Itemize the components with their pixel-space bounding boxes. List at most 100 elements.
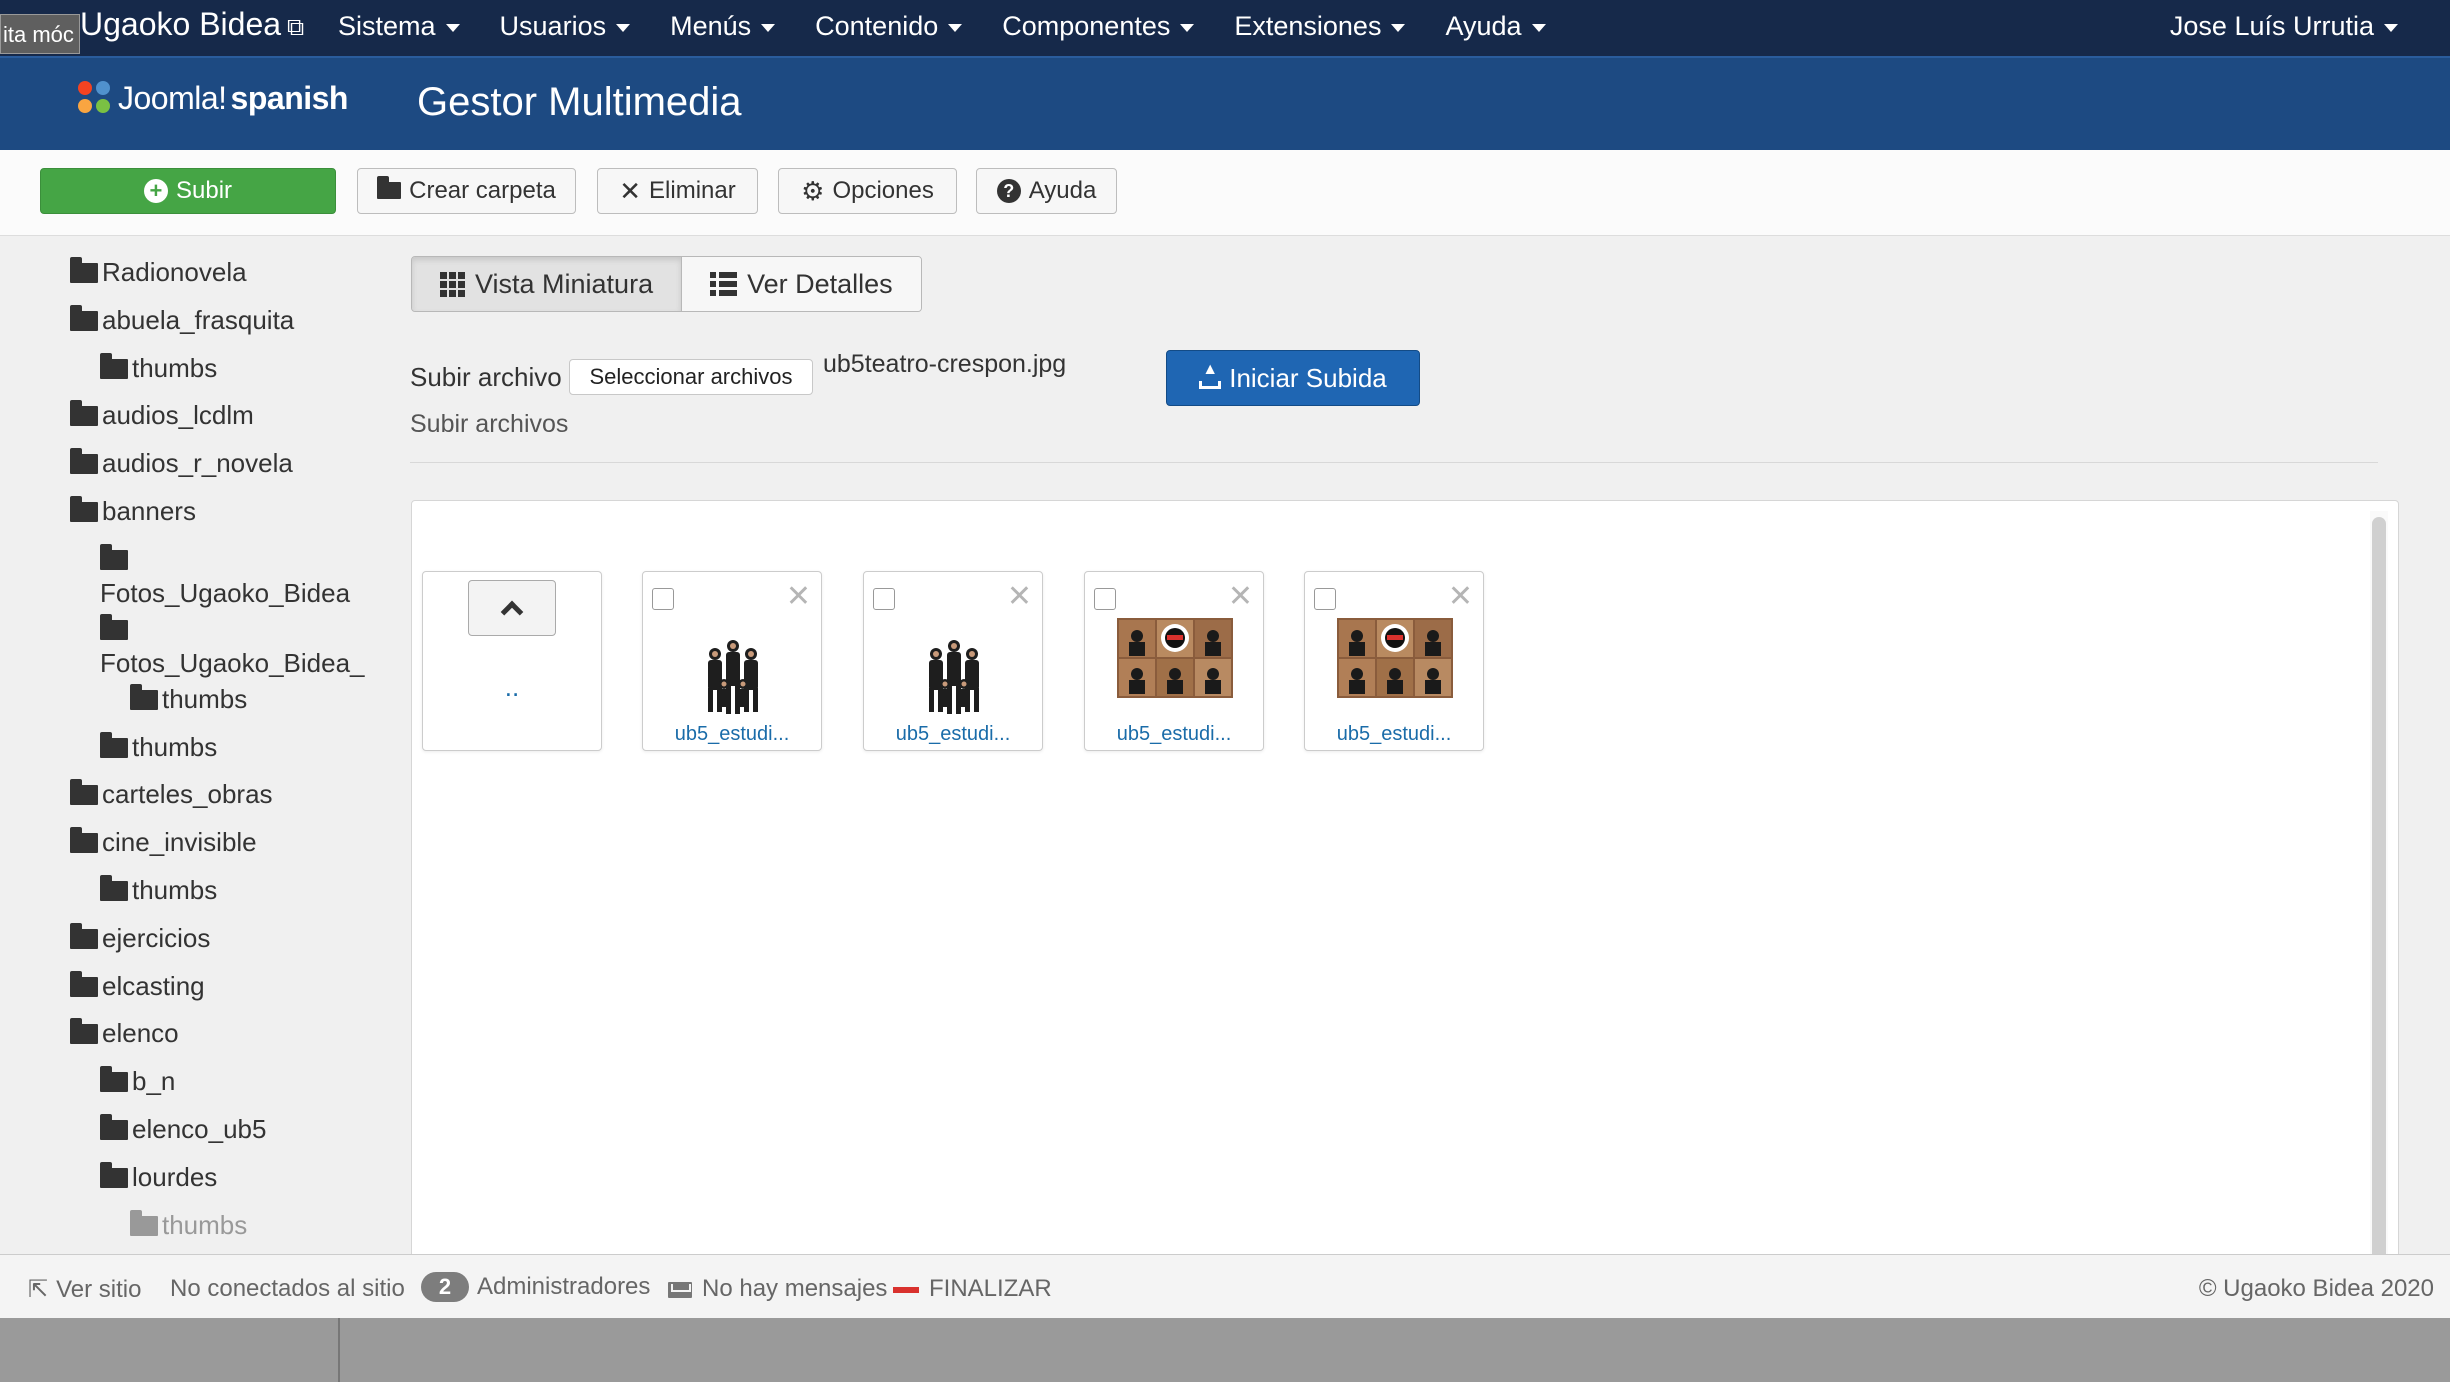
- folder-icon: [70, 970, 98, 997]
- folder-icon: [100, 875, 128, 901]
- folder-icon: [70, 400, 98, 427]
- folder-tree: Radionovela abuela_frasquita thumbs audios_…: [0, 237, 380, 1253]
- tree-folder-label: Fotos_Ugaoko_Bidea: [100, 577, 351, 608]
- tooltip: ita móc: [0, 14, 80, 54]
- tree-folder-label: elenco_ub5: [132, 1114, 267, 1144]
- menu-ayuda[interactable]: Ayuda: [1425, 0, 1565, 56]
- media-item[interactable]: ✕ ub5_estudi...: [642, 571, 822, 751]
- tree-folder-label: b_n: [132, 1066, 176, 1097]
- tree-folder-elenco[interactable]: elenco: [70, 1018, 380, 1066]
- menu-usuarios[interactable]: Usuarios: [480, 0, 651, 56]
- tree-folder-carteles-obras[interactable]: carteles_obras: [70, 779, 380, 827]
- tree-folder-fotos-ugaoko-bidea-[interactable]: Fotos_Ugaoko_Bidea_: [100, 613, 380, 684]
- view-site-link[interactable]: ⇱ Ver sitio: [28, 1275, 141, 1304]
- tree-folder-abuela-frasquita[interactable]: abuela_frasquita: [70, 304, 380, 353]
- create-folder-button[interactable]: Crear carpeta: [357, 168, 576, 214]
- logo-text: Joomla! spanish: [118, 80, 348, 116]
- tab-details-view[interactable]: Ver Detalles: [681, 257, 921, 311]
- delete-icon[interactable]: ✕: [786, 582, 811, 612]
- media-item-name[interactable]: ub5_estudi...: [1305, 723, 1483, 746]
- tree-folder-label: thumbs: [132, 875, 218, 905]
- messages-link[interactable]: No hay mensajes: [668, 1275, 887, 1303]
- select-checkbox[interactable]: [1094, 588, 1116, 610]
- delete-icon[interactable]: ✕: [1007, 582, 1032, 612]
- tree-folder-label: elenco: [102, 1018, 179, 1049]
- media-grid: .. ✕ ub5_estudi... ✕ ub5_estudi... ✕ ub5…: [411, 500, 2399, 1260]
- select-checkbox[interactable]: [652, 588, 674, 610]
- tree-folder-radionovela[interactable]: Radionovela: [70, 257, 380, 305]
- tree-folder-audios-r-novela[interactable]: audios_r_novela: [70, 448, 380, 496]
- thumbnail-image[interactable]: [1117, 618, 1233, 698]
- selected-file-name: ub5teatro-crespon.jpg: [823, 350, 1067, 378]
- upload-button[interactable]: + Subir: [40, 168, 336, 214]
- media-manager-window: Ugaoko Bidea ⧉ ita móc Sistema Usuarios M…: [0, 0, 2450, 1318]
- thumbnail-image[interactable]: [1337, 618, 1453, 698]
- help-button[interactable]: ? Ayuda: [976, 168, 1117, 214]
- delete-icon[interactable]: ✕: [1228, 582, 1253, 612]
- list-icon: [710, 272, 738, 296]
- tree-folder-elcasting[interactable]: elcasting: [70, 970, 380, 1019]
- tree-folder-audios-lcdlm[interactable]: audios_lcdlm: [70, 400, 380, 448]
- menu-contenido[interactable]: Contenido: [795, 0, 982, 56]
- divider: [410, 462, 2378, 463]
- tree-folder-ejercicios[interactable]: ejercicios: [70, 922, 380, 971]
- folder-icon: [100, 731, 128, 758]
- parent-folder-item[interactable]: ..: [422, 571, 602, 751]
- tree-folder-label: audios_lcdlm: [102, 400, 254, 431]
- select-checkbox[interactable]: [873, 588, 895, 610]
- tab-thumbnail-view[interactable]: Vista Miniatura: [412, 257, 682, 311]
- tree-folder-elenco-ub5[interactable]: elenco_ub5: [100, 1114, 380, 1162]
- not-connected-status: No conectados al sitio: [170, 1275, 405, 1302]
- delete-button[interactable]: ✕ Eliminar: [597, 168, 758, 214]
- select-files-button[interactable]: Seleccionar archivos: [569, 359, 813, 395]
- page-title: Gestor Multimedia: [417, 80, 742, 124]
- tree-folder-banners[interactable]: banners: [70, 496, 380, 544]
- start-upload-button[interactable]: Iniciar Subida: [1166, 350, 1420, 406]
- menu-menus[interactable]: Menús: [650, 0, 795, 56]
- gear-icon: ⚙: [801, 176, 825, 206]
- upload-files-link[interactable]: Subir archivos: [410, 410, 568, 439]
- media-item[interactable]: ✕ ub5_estudi...: [1084, 571, 1264, 751]
- folder-icon: [70, 827, 98, 854]
- options-button[interactable]: ⚙ Opciones: [778, 168, 957, 214]
- tree-folder-thumbs[interactable]: thumbs: [130, 683, 380, 732]
- admins-link[interactable]: 2 Administradores: [421, 1272, 650, 1302]
- tree-folder-thumbs[interactable]: thumbs: [100, 875, 380, 923]
- tree-folder-label: thumbs: [132, 731, 218, 762]
- tree-folder-lourdes[interactable]: lourdes: [100, 1161, 380, 1210]
- media-item-name[interactable]: ub5_estudi...: [643, 723, 821, 746]
- media-item[interactable]: ✕ ub5_estudi...: [863, 571, 1043, 751]
- tree-folder-thumbs[interactable]: thumbs: [130, 1209, 380, 1253]
- upload-icon: [1199, 361, 1222, 389]
- tree-folder-b-n[interactable]: b_n: [100, 1066, 380, 1114]
- site-name-link[interactable]: Ugaoko Bidea ⧉: [80, 6, 304, 43]
- user-menu[interactable]: Jose Luís Urrutia: [2170, 0, 2398, 52]
- tree-folder-fotos-ugaoko-bidea[interactable]: Fotos_Ugaoko_Bidea: [100, 543, 380, 614]
- tree-folder-cine-invisible[interactable]: cine_invisible: [70, 827, 380, 875]
- menu-sistema[interactable]: Sistema: [318, 0, 480, 56]
- tree-folder-label: elcasting: [102, 970, 205, 1001]
- media-item-name[interactable]: ub5_estudi...: [1085, 723, 1263, 746]
- folder-icon: [100, 1066, 128, 1093]
- caret-down-icon: [2384, 23, 2398, 32]
- thumbnail-image[interactable]: [912, 624, 996, 724]
- media-item[interactable]: ✕ ub5_estudi...: [1304, 571, 1484, 751]
- joomla-logo[interactable]: Joomla! spanish: [78, 80, 348, 117]
- tree-folder-label: thumbs: [132, 352, 218, 383]
- caret-down-icon: [1391, 23, 1406, 32]
- select-checkbox[interactable]: [1314, 588, 1336, 610]
- caret-down-icon: [1180, 23, 1195, 32]
- media-item-name[interactable]: ub5_estudi...: [864, 723, 1042, 746]
- tree-folder-thumbs[interactable]: thumbs: [100, 731, 380, 780]
- thumbnail-image[interactable]: [691, 624, 775, 724]
- delete-icon[interactable]: ✕: [1448, 582, 1473, 612]
- logout-link[interactable]: FINALIZAR: [893, 1275, 1052, 1303]
- share-icon: ⇱: [28, 1276, 49, 1303]
- chevron-up-icon[interactable]: [468, 580, 556, 636]
- admins-count-badge: 2: [421, 1272, 469, 1302]
- menu-componentes[interactable]: Componentes: [982, 0, 1214, 56]
- tree-folder-thumbs[interactable]: thumbs: [100, 352, 380, 401]
- menu-extensiones[interactable]: Extensiones: [1214, 0, 1425, 56]
- scrollbar-thumb[interactable]: [2372, 517, 2386, 1259]
- external-link-icon: ⧉: [287, 14, 305, 41]
